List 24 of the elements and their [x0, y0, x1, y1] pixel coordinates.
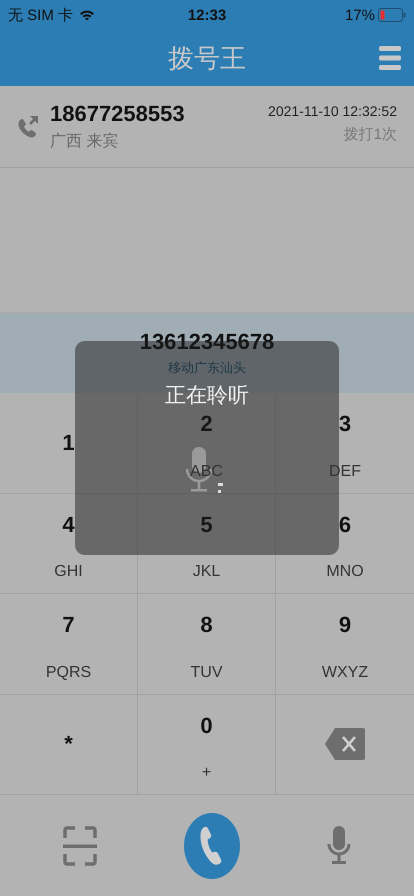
dial-key[interactable]: 7 PQRS — [0, 594, 138, 694]
dial-key[interactable]: 5 JKL — [138, 494, 276, 594]
menu-icon[interactable] — [379, 46, 401, 70]
dial-key[interactable]: * — [0, 694, 138, 795]
microphone-icon[interactable] — [326, 826, 351, 866]
dial-key[interactable]: 1 — [0, 393, 138, 494]
dial-key[interactable]: 4 GHI — [0, 494, 138, 594]
battery-icon — [378, 8, 406, 22]
battery-text: 17% — [344, 6, 375, 24]
app-title: 拨号王 — [168, 42, 246, 74]
scan-icon[interactable] — [63, 826, 98, 866]
clock-text: 12:33 — [188, 6, 226, 24]
call-count: 拨打1次 — [344, 125, 397, 144]
dial-key[interactable]: 8 TUV — [138, 594, 276, 694]
location-text: 广西 来宾 — [50, 132, 120, 152]
carrier-text: 无 SIM 卡 — [8, 6, 74, 24]
phone-number: 18677258553 — [50, 101, 186, 127]
outgoing-call-icon — [16, 114, 40, 140]
dial-key[interactable]: 0 + — [138, 694, 276, 795]
call-datetime: 2021-11-10 12:32:52 — [268, 103, 397, 119]
call-log-row[interactable]: 18677258553 广西 来宾 2021-11-10 12:32:52 拨打1次 — [0, 86, 414, 168]
number-location: 移动广东汕头 — [168, 359, 246, 377]
wifi-icon — [79, 9, 96, 21]
backspace-icon — [325, 728, 365, 760]
